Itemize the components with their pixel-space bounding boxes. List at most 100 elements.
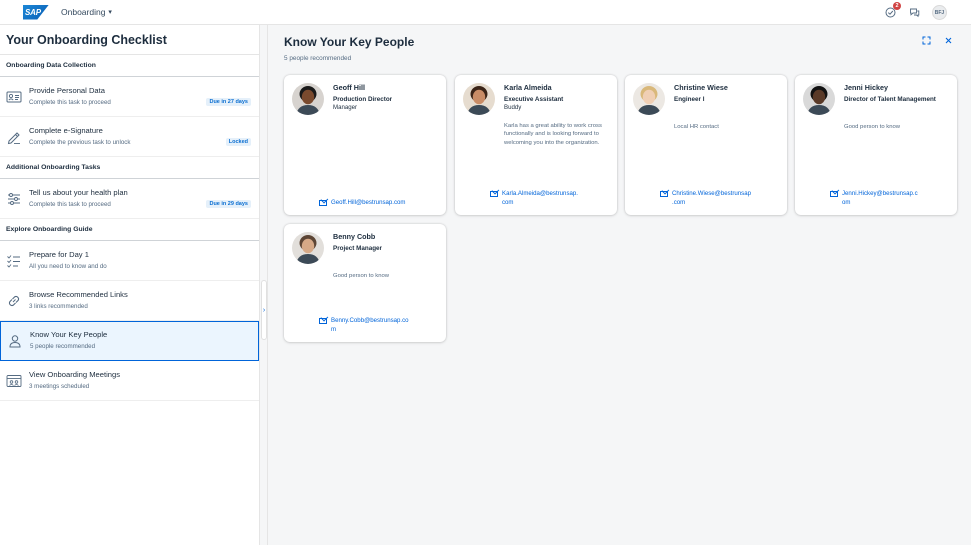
email-icon bbox=[319, 318, 327, 325]
sap-logo[interactable]: SAP bbox=[23, 4, 49, 20]
list-item-recommended-links[interactable]: Browse Recommended Links 3 links recomme… bbox=[0, 281, 259, 321]
item-title: Provide Personal Data bbox=[29, 85, 105, 95]
person-photo bbox=[463, 83, 495, 115]
person-email-link[interactable]: Jenni.Hickey@bestrunsap.c om bbox=[830, 190, 952, 207]
status-badge: Due in 27 days bbox=[206, 98, 251, 106]
chat-icon[interactable] bbox=[908, 7, 920, 19]
person-photo bbox=[633, 83, 665, 115]
email-line-1: Geoff.Hill@bestrunsap.com bbox=[331, 198, 406, 206]
item-title: Prepare for Day 1 bbox=[29, 249, 89, 259]
id-card-icon bbox=[6, 89, 22, 105]
email-line-2: com bbox=[502, 198, 514, 206]
person-description: Local HR contact bbox=[674, 124, 719, 130]
person-card[interactable]: Christine Wiese Engineer I Local HR contac… bbox=[625, 75, 787, 215]
person-photo bbox=[803, 83, 835, 115]
panel-splitter[interactable]: › bbox=[260, 25, 268, 545]
email-text: Benny.Cobb@bestrunsap.co m bbox=[331, 317, 409, 334]
group-header: Additional Onboarding Tasks bbox=[0, 157, 259, 179]
status-badge: Due in 29 days bbox=[206, 200, 251, 208]
group-header: Onboarding Data Collection bbox=[0, 55, 259, 77]
key-people-panel: Know Your Key People 5 people recommende… bbox=[269, 25, 971, 545]
email-line-1: Karla.Almeida@bestrunsap. bbox=[502, 190, 578, 198]
shell-bar: SAP Onboarding ▾ 2 BFJ bbox=[0, 0, 971, 25]
chevron-down-icon: ▾ bbox=[108, 9, 112, 16]
person-role: Production Director bbox=[333, 96, 393, 103]
close-icon[interactable] bbox=[944, 36, 953, 47]
checklist-icon bbox=[6, 253, 22, 269]
email-line-2: om bbox=[842, 198, 851, 206]
email-line-1: Jenni.Hickey@bestrunsap.c bbox=[842, 190, 918, 198]
sliders-icon bbox=[6, 191, 22, 207]
person-card[interactable]: Jenni Hickey Director of Talent Managemen… bbox=[795, 75, 957, 215]
person-icon bbox=[7, 333, 23, 349]
email-line-1: Benny.Cobb@bestrunsap.co bbox=[331, 317, 409, 325]
item-title: Browse Recommended Links bbox=[29, 289, 128, 299]
person-photo bbox=[292, 83, 324, 115]
person-card[interactable]: Benny Cobb Project Manager Good person to … bbox=[284, 224, 446, 342]
page-title: Know Your Key People bbox=[284, 35, 415, 49]
person-name: Benny Cobb bbox=[333, 232, 376, 241]
email-line-2: .com bbox=[672, 198, 686, 206]
email-text: Jenni.Hickey@bestrunsap.c om bbox=[842, 190, 918, 207]
sap-logo-text: SAP bbox=[25, 7, 41, 17]
list-item-health-plan[interactable]: Tell us about your health plan Complete … bbox=[0, 179, 259, 219]
item-subtitle: 5 people recommended bbox=[30, 343, 96, 350]
item-title: View Onboarding Meetings bbox=[29, 369, 121, 379]
splitter-handle[interactable]: › bbox=[261, 280, 267, 340]
person-description: Karla has a great ability to work cross … bbox=[504, 123, 602, 146]
group-header: Explore Onboarding Guide bbox=[0, 219, 259, 241]
checklist-panel: Your Onboarding Checklist Onboarding Dat… bbox=[0, 25, 260, 545]
person-role: Project Manager bbox=[333, 245, 382, 252]
person-role: Director of Talent Management bbox=[844, 96, 936, 103]
person-description: Good person to know bbox=[333, 273, 389, 279]
email-icon bbox=[490, 191, 498, 198]
email-text: Geoff.Hill@bestrunsap.com bbox=[331, 199, 406, 207]
person-name: Geoff Hill bbox=[333, 83, 365, 92]
item-subtitle: All you need to know and do bbox=[29, 262, 107, 270]
item-title: Tell us about your health plan bbox=[29, 187, 128, 197]
list-item-know-key-people[interactable]: Know Your Key People 5 people recommende… bbox=[0, 321, 259, 361]
person-role: Executive Assistant bbox=[504, 96, 564, 103]
person-relation: Manager bbox=[333, 104, 358, 111]
person-email-link[interactable]: Christine.Wiese@bestrunsap .com bbox=[660, 190, 782, 207]
email-icon bbox=[660, 191, 668, 198]
person-photo bbox=[292, 232, 324, 264]
app-title: Onboarding bbox=[61, 7, 106, 17]
link-icon bbox=[6, 293, 22, 309]
app-title-menu[interactable]: Onboarding ▾ bbox=[61, 7, 112, 17]
item-title: Complete e-Signature bbox=[29, 125, 103, 135]
email-text: Karla.Almeida@bestrunsap. com bbox=[502, 190, 578, 207]
status-badge: Locked bbox=[225, 138, 251, 146]
person-name: Christine Wiese bbox=[674, 83, 728, 92]
person-name: Jenni Hickey bbox=[844, 83, 888, 92]
item-subtitle: Complete the previous task to unlock bbox=[29, 138, 131, 146]
item-subtitle: 3 links recommended bbox=[29, 302, 88, 310]
chevron-right-icon: › bbox=[262, 306, 266, 314]
notification-badge: 2 bbox=[893, 1, 901, 10]
list-item-provide-personal-data[interactable]: Provide Personal Data Complete this task… bbox=[0, 77, 259, 117]
person-email-link[interactable]: Geoff.Hill@bestrunsap.com bbox=[319, 199, 441, 207]
email-icon bbox=[830, 191, 838, 198]
email-line-1: Christine.Wiese@bestrunsap bbox=[672, 190, 752, 198]
person-name: Karla Almeida bbox=[504, 83, 552, 92]
tasks-icon[interactable]: 2 bbox=[884, 1, 901, 19]
signature-icon bbox=[6, 129, 22, 145]
email-text: Christine.Wiese@bestrunsap .com bbox=[672, 190, 751, 207]
email-icon bbox=[319, 199, 327, 206]
page-subtitle: 5 people recommended bbox=[284, 55, 352, 62]
person-card[interactable]: Karla Almeida Executive Assistant Buddy Kar… bbox=[455, 75, 617, 215]
list-item-complete-e-signature[interactable]: Complete e-Signature Complete the previo… bbox=[0, 117, 259, 157]
person-role: Engineer I bbox=[674, 96, 705, 103]
person-email-link[interactable]: Benny.Cobb@bestrunsap.co m bbox=[319, 317, 441, 334]
meeting-icon bbox=[6, 373, 22, 389]
checklist-title: Your Onboarding Checklist bbox=[0, 25, 259, 55]
person-description: Good person to know bbox=[844, 124, 900, 130]
person-relation: Buddy bbox=[504, 104, 522, 111]
list-item-onboarding-meetings[interactable]: View Onboarding Meetings 3 meetings sche… bbox=[0, 361, 259, 401]
email-line-2: m bbox=[331, 325, 337, 333]
fullscreen-icon[interactable] bbox=[922, 36, 931, 47]
list-item-prepare-day-1[interactable]: Prepare for Day 1 All you need to know a… bbox=[0, 241, 259, 281]
user-avatar[interactable]: BFJ bbox=[932, 5, 947, 20]
person-email-link[interactable]: Karla.Almeida@bestrunsap. com bbox=[490, 190, 612, 207]
person-card[interactable]: Geoff Hill Production Director Manager Geof… bbox=[284, 75, 446, 215]
